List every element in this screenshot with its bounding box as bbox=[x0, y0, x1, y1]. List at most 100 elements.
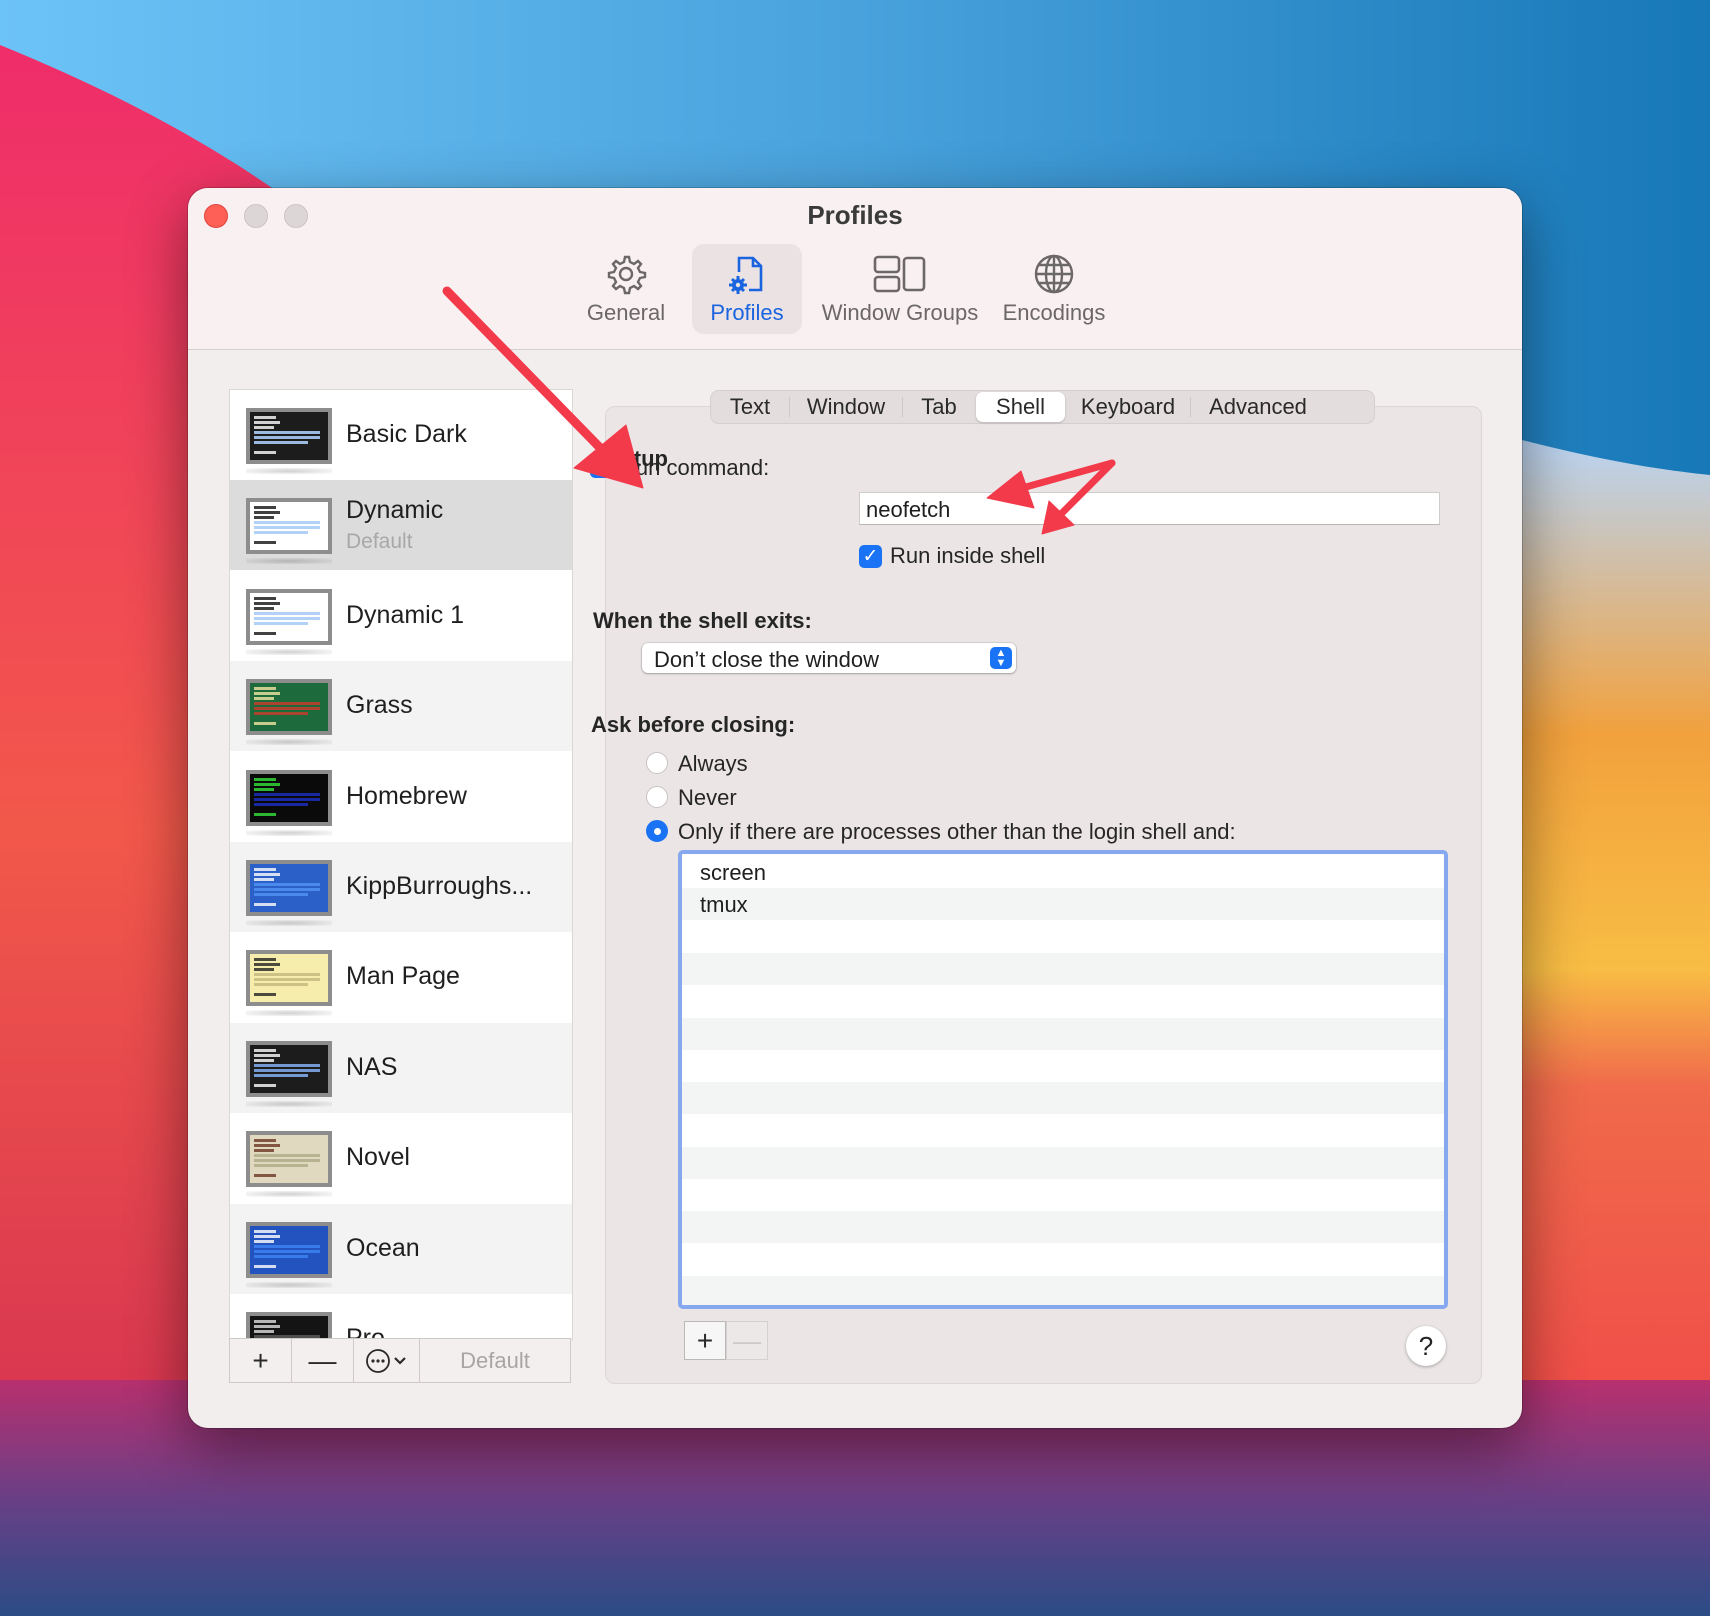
ask-before-closing-heading: Ask before closing: bbox=[591, 712, 796, 737]
profile-theme-thumbnail bbox=[246, 769, 332, 826]
profile-name: Homebrew bbox=[346, 781, 467, 810]
profile-list-item[interactable]: Pro bbox=[230, 1294, 572, 1339]
thumbnail-line bbox=[254, 426, 274, 429]
thumbnail-line bbox=[254, 883, 320, 886]
profile-list-item[interactable]: Novel bbox=[230, 1113, 572, 1203]
run-command-input[interactable]: neofetch bbox=[859, 492, 1440, 525]
thumbnail-line bbox=[254, 441, 308, 444]
window-title: Profiles bbox=[807, 200, 903, 230]
thumbnail-line bbox=[254, 1073, 308, 1077]
run-inside-shell-checkbox[interactable]: ✓ bbox=[859, 545, 882, 568]
help-button[interactable]: ? bbox=[1406, 1326, 1446, 1366]
thumbnail-line bbox=[254, 611, 320, 615]
remove-profile-button[interactable]: — bbox=[292, 1339, 354, 1382]
thumbnail-line bbox=[254, 687, 276, 691]
process-list-row bbox=[682, 1275, 1444, 1305]
thumbnail-line bbox=[254, 521, 320, 525]
process-list-row[interactable]: screen bbox=[682, 856, 1444, 888]
thumbnail-line bbox=[254, 631, 276, 635]
thumbnail-line bbox=[254, 1234, 280, 1238]
toolbar-general-label: General bbox=[586, 300, 666, 325]
tab-shell[interactable]: Shell bbox=[976, 392, 1065, 422]
thumbnail-line bbox=[254, 792, 320, 796]
profile-name: Man Page bbox=[346, 962, 460, 991]
thumbnail-line bbox=[254, 601, 280, 605]
thumbnail-line bbox=[254, 1174, 276, 1178]
profile-list-item[interactable]: KippBurroughs... bbox=[230, 842, 572, 932]
add-process-button[interactable]: + bbox=[684, 1321, 726, 1360]
profile-list-item[interactable]: Homebrew bbox=[230, 752, 572, 842]
toolbar-window-groups[interactable]: Window Groups bbox=[814, 244, 986, 334]
profile-settings-tabs: Text Window Tab Shell Keyboard Advanced bbox=[710, 390, 1375, 424]
thumbnail-shadow bbox=[246, 558, 332, 565]
process-list-row bbox=[682, 1082, 1444, 1115]
toolbar-profiles[interactable]: Profiles bbox=[692, 244, 802, 334]
toolbar-general[interactable]: General bbox=[580, 244, 672, 334]
run-command-checkbox[interactable]: ✓ bbox=[590, 455, 613, 478]
profile-list-item[interactable]: Dynamic 1 bbox=[230, 571, 572, 661]
profile-list-item[interactable]: Dynamic Default bbox=[230, 480, 572, 571]
process-exception-list[interactable]: screen tmux bbox=[678, 850, 1448, 1309]
thumbnail-line bbox=[254, 431, 320, 434]
thumbnail-line bbox=[254, 1149, 274, 1153]
tab-tab[interactable]: Tab bbox=[903, 392, 975, 422]
ellipsis-circle-chevron-icon bbox=[365, 1348, 406, 1373]
remove-process-button[interactable]: — bbox=[726, 1321, 768, 1360]
thumbnail-shadow bbox=[246, 739, 332, 746]
thumbnail-shadow bbox=[246, 829, 332, 836]
ask-never-radio[interactable] bbox=[646, 786, 668, 808]
thumbnail-line bbox=[254, 1164, 308, 1168]
process-list-row bbox=[682, 921, 1444, 953]
profile-list-item[interactable]: NAS bbox=[230, 1022, 572, 1113]
profile-list-item[interactable]: Grass bbox=[230, 661, 572, 752]
shell-exit-action-select[interactable]: Don’t close the window ▲ ▼ bbox=[642, 643, 1016, 673]
profiles-list[interactable]: Basic Dark Dynamic Default Dynamic 1 Grass Ho… bbox=[229, 389, 573, 1340]
tab-text[interactable]: Text bbox=[711, 392, 789, 422]
thumbnail-shadow bbox=[246, 1281, 332, 1288]
run-command-label: Run command: bbox=[620, 455, 770, 480]
thumbnail-line bbox=[254, 531, 308, 535]
thumbnail-line bbox=[254, 973, 320, 977]
thumbnail-line bbox=[254, 606, 274, 610]
thumbnail-line bbox=[254, 782, 280, 786]
tab-advanced[interactable]: Advanced bbox=[1191, 392, 1325, 422]
profile-list-item[interactable]: Ocean bbox=[230, 1203, 572, 1294]
process-list-row bbox=[682, 1050, 1444, 1082]
profile-list-item[interactable]: Man Page bbox=[230, 932, 572, 1022]
toolbar-encodings[interactable]: Encodings bbox=[998, 244, 1110, 334]
window-groups-icon bbox=[873, 255, 926, 293]
thumbnail-shadow bbox=[246, 1191, 332, 1198]
add-profile-button[interactable]: + bbox=[230, 1339, 292, 1382]
thumbnail-line bbox=[254, 1330, 274, 1333]
shell-exit-heading: When the shell exits: bbox=[593, 608, 812, 633]
thumbnail-shadow bbox=[246, 1010, 332, 1017]
process-name: screen bbox=[700, 860, 767, 885]
thumbnail-line bbox=[254, 963, 280, 967]
thumbnail-line bbox=[254, 983, 308, 987]
thumbnail-line bbox=[254, 797, 320, 801]
profile-theme-thumbnail bbox=[246, 679, 332, 736]
thumbnail-line bbox=[254, 1249, 320, 1253]
thumbnail-line bbox=[254, 812, 276, 816]
process-list-row[interactable]: tmux bbox=[682, 888, 1444, 921]
thumbnail-line bbox=[254, 436, 320, 439]
profile-list-item[interactable]: Basic Dark bbox=[230, 390, 572, 480]
tab-window[interactable]: Window bbox=[790, 392, 902, 422]
ask-only-if-processes-label: Only if there are processes other than t… bbox=[678, 819, 1236, 844]
ask-only-if-processes-radio[interactable] bbox=[646, 820, 668, 842]
thumbnail-line bbox=[254, 1320, 276, 1323]
thumbnail-line bbox=[254, 878, 274, 881]
ask-always-radio[interactable] bbox=[646, 752, 668, 774]
thumbnail-line bbox=[254, 1139, 276, 1143]
thumbnail-line bbox=[254, 1048, 276, 1052]
thumbnail-shadow bbox=[246, 1100, 332, 1107]
tab-keyboard[interactable]: Keyboard bbox=[1066, 392, 1190, 422]
thumbnail-line bbox=[254, 1229, 276, 1233]
profile-name: Dynamic 1 bbox=[346, 600, 465, 629]
set-default-profile-button[interactable]: Default bbox=[420, 1339, 570, 1382]
thumbnail-shadow bbox=[246, 468, 332, 474]
profile-actions-menu-button[interactable] bbox=[354, 1339, 420, 1382]
process-list-row bbox=[682, 1114, 1444, 1146]
thumbnail-line bbox=[254, 702, 320, 706]
thumbnail-line bbox=[254, 1325, 280, 1328]
